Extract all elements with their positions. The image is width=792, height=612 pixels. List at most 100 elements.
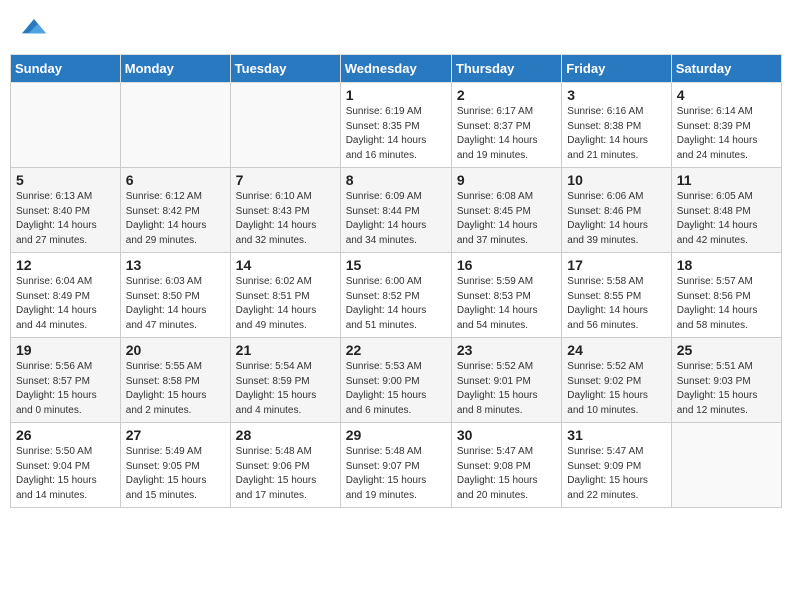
page-header [10, 10, 782, 44]
day-number: 10 [567, 172, 665, 188]
day-number: 1 [346, 87, 446, 103]
day-info: Sunrise: 6:02 AM Sunset: 8:51 PM Dayligh… [236, 275, 335, 333]
day-number: 26 [16, 427, 115, 443]
day-info: Sunrise: 5:56 AM Sunset: 8:57 PM Dayligh… [16, 360, 115, 418]
calendar-cell: 31 Sunrise: 5:47 AM Sunset: 9:09 PM Dayli… [562, 423, 671, 508]
day-number: 12 [16, 257, 115, 273]
day-number: 16 [457, 257, 556, 273]
day-number: 17 [567, 257, 665, 273]
calendar-cell: 25 Sunrise: 5:51 AM Sunset: 9:03 PM Dayli… [671, 338, 781, 423]
day-number: 11 [677, 172, 776, 188]
calendar-cell: 1 Sunrise: 6:19 AM Sunset: 8:35 PM Daylig… [340, 83, 451, 168]
day-info: Sunrise: 6:13 AM Sunset: 8:40 PM Dayligh… [16, 190, 115, 248]
calendar-week-row: 19 Sunrise: 5:56 AM Sunset: 8:57 PM Dayli… [11, 338, 782, 423]
calendar-cell [230, 83, 340, 168]
day-info: Sunrise: 5:58 AM Sunset: 8:55 PM Dayligh… [567, 275, 665, 333]
day-info: Sunrise: 5:57 AM Sunset: 8:56 PM Dayligh… [677, 275, 776, 333]
day-number: 7 [236, 172, 335, 188]
calendar-cell [671, 423, 781, 508]
calendar-cell: 30 Sunrise: 5:47 AM Sunset: 9:08 PM Dayli… [451, 423, 561, 508]
weekday-header: Monday [120, 55, 230, 83]
day-number: 9 [457, 172, 556, 188]
day-info: Sunrise: 6:09 AM Sunset: 8:44 PM Dayligh… [346, 190, 446, 248]
calendar-week-row: 26Sunrise: 5:50 AM Sunset: 9:04 PM Dayli… [11, 423, 782, 508]
calendar-cell: 3 Sunrise: 6:16 AM Sunset: 8:38 PM Daylig… [562, 83, 671, 168]
day-number: 31 [567, 427, 665, 443]
calendar-cell [120, 83, 230, 168]
day-info: Sunrise: 5:52 AM Sunset: 9:02 PM Dayligh… [567, 360, 665, 418]
calendar-cell: 6 Sunrise: 6:12 AM Sunset: 8:42 PM Daylig… [120, 168, 230, 253]
day-info: Sunrise: 6:10 AM Sunset: 8:43 PM Dayligh… [236, 190, 335, 248]
calendar-cell: 12 Sunrise: 6:04 AM Sunset: 8:49 PM Dayli… [11, 253, 121, 338]
day-info: Sunrise: 5:52 AM Sunset: 9:01 PM Dayligh… [457, 360, 556, 418]
day-number: 24 [567, 342, 665, 358]
weekday-header: Sunday [11, 55, 121, 83]
day-number: 20 [126, 342, 225, 358]
calendar-week-row: 1 Sunrise: 6:19 AM Sunset: 8:35 PM Daylig… [11, 83, 782, 168]
weekday-header: Thursday [451, 55, 561, 83]
weekday-header: Wednesday [340, 55, 451, 83]
calendar-header-row: SundayMondayTuesdayWednesdayThursdayFrid… [11, 55, 782, 83]
day-number: 8 [346, 172, 446, 188]
day-info: Sunrise: 6:04 AM Sunset: 8:49 PM Dayligh… [16, 275, 115, 333]
calendar-cell: 7 Sunrise: 6:10 AM Sunset: 8:43 PM Daylig… [230, 168, 340, 253]
day-info: Sunrise: 6:14 AM Sunset: 8:39 PM Dayligh… [677, 105, 776, 163]
weekday-header: Saturday [671, 55, 781, 83]
day-number: 2 [457, 87, 556, 103]
day-number: 23 [457, 342, 556, 358]
weekday-header: Friday [562, 55, 671, 83]
calendar-cell: 13 Sunrise: 6:03 AM Sunset: 8:50 PM Dayli… [120, 253, 230, 338]
calendar-cell: 23 Sunrise: 5:52 AM Sunset: 9:01 PM Dayli… [451, 338, 561, 423]
calendar-cell: 18 Sunrise: 5:57 AM Sunset: 8:56 PM Dayli… [671, 253, 781, 338]
day-info: Sunrise: 6:08 AM Sunset: 8:45 PM Dayligh… [457, 190, 556, 248]
day-number: 3 [567, 87, 665, 103]
day-number: 6 [126, 172, 225, 188]
day-info: Sunrise: 5:59 AM Sunset: 8:53 PM Dayligh… [457, 275, 556, 333]
day-number: 25 [677, 342, 776, 358]
day-info: Sunrise: 6:17 AM Sunset: 8:37 PM Dayligh… [457, 105, 556, 163]
calendar-cell: 19 Sunrise: 5:56 AM Sunset: 8:57 PM Dayli… [11, 338, 121, 423]
day-info: Sunrise: 5:49 AM Sunset: 9:05 PM Dayligh… [126, 445, 225, 503]
day-info: Sunrise: 6:03 AM Sunset: 8:50 PM Dayligh… [126, 275, 225, 333]
calendar-cell: 4 Sunrise: 6:14 AM Sunset: 8:39 PM Daylig… [671, 83, 781, 168]
day-info: Sunrise: 5:51 AM Sunset: 9:03 PM Dayligh… [677, 360, 776, 418]
calendar-cell: 27 Sunrise: 5:49 AM Sunset: 9:05 PM Dayli… [120, 423, 230, 508]
calendar-cell: 26Sunrise: 5:50 AM Sunset: 9:04 PM Dayli… [11, 423, 121, 508]
calendar-cell: 28Sunrise: 5:48 AM Sunset: 9:06 PM Dayli… [230, 423, 340, 508]
logo [20, 15, 46, 39]
calendar-cell: 5 Sunrise: 6:13 AM Sunset: 8:40 PM Daylig… [11, 168, 121, 253]
calendar-cell: 8 Sunrise: 6:09 AM Sunset: 8:44 PM Daylig… [340, 168, 451, 253]
day-number: 22 [346, 342, 446, 358]
calendar-cell: 2 Sunrise: 6:17 AM Sunset: 8:37 PM Daylig… [451, 83, 561, 168]
calendar-cell: 17 Sunrise: 5:58 AM Sunset: 8:55 PM Dayli… [562, 253, 671, 338]
calendar-cell: 11 Sunrise: 6:05 AM Sunset: 8:48 PM Dayli… [671, 168, 781, 253]
day-number: 19 [16, 342, 115, 358]
calendar-week-row: 12 Sunrise: 6:04 AM Sunset: 8:49 PM Dayli… [11, 253, 782, 338]
day-info: Sunrise: 6:00 AM Sunset: 8:52 PM Dayligh… [346, 275, 446, 333]
weekday-header: Tuesday [230, 55, 340, 83]
day-info: Sunrise: 5:55 AM Sunset: 8:58 PM Dayligh… [126, 360, 225, 418]
day-number: 15 [346, 257, 446, 273]
calendar-cell: 9 Sunrise: 6:08 AM Sunset: 8:45 PM Daylig… [451, 168, 561, 253]
day-number: 29 [346, 427, 446, 443]
day-number: 18 [677, 257, 776, 273]
day-info: Sunrise: 6:12 AM Sunset: 8:42 PM Dayligh… [126, 190, 225, 248]
day-info: Sunrise: 6:16 AM Sunset: 8:38 PM Dayligh… [567, 105, 665, 163]
day-number: 14 [236, 257, 335, 273]
day-number: 5 [16, 172, 115, 188]
calendar-week-row: 5 Sunrise: 6:13 AM Sunset: 8:40 PM Daylig… [11, 168, 782, 253]
logo-icon [22, 15, 46, 39]
day-number: 30 [457, 427, 556, 443]
day-info: Sunrise: 6:05 AM Sunset: 8:48 PM Dayligh… [677, 190, 776, 248]
day-number: 27 [126, 427, 225, 443]
day-number: 4 [677, 87, 776, 103]
calendar-cell: 21Sunrise: 5:54 AM Sunset: 8:59 PM Dayli… [230, 338, 340, 423]
calendar-cell: 14 Sunrise: 6:02 AM Sunset: 8:51 PM Dayli… [230, 253, 340, 338]
calendar-cell: 22Sunrise: 5:53 AM Sunset: 9:00 PM Dayli… [340, 338, 451, 423]
day-info: Sunrise: 6:19 AM Sunset: 8:35 PM Dayligh… [346, 105, 446, 163]
day-number: 13 [126, 257, 225, 273]
day-info: Sunrise: 5:47 AM Sunset: 9:09 PM Dayligh… [567, 445, 665, 503]
day-info: Sunrise: 5:47 AM Sunset: 9:08 PM Dayligh… [457, 445, 556, 503]
calendar-table: SundayMondayTuesdayWednesdayThursdayFrid… [10, 54, 782, 508]
day-info: Sunrise: 6:06 AM Sunset: 8:46 PM Dayligh… [567, 190, 665, 248]
